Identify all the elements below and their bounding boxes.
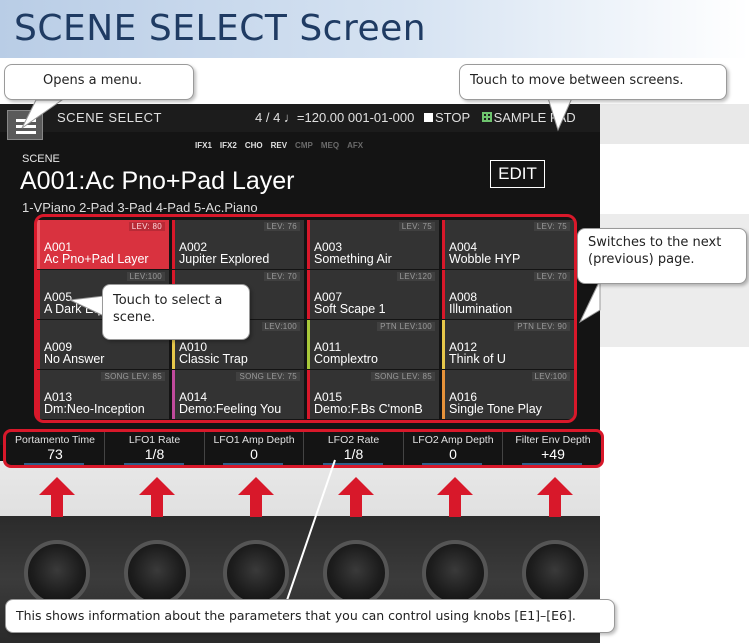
- effect-meq[interactable]: MEQ: [321, 141, 339, 150]
- knob-param-indicator: [322, 463, 383, 465]
- knob-param-value: 1/8: [343, 446, 364, 462]
- knob-param: LFO2 Amp Depth 0: [404, 432, 503, 465]
- up-arrow-icon: [39, 477, 75, 517]
- knob-param-indicator: [123, 463, 184, 465]
- knob-param-label: LFO1 Rate: [128, 434, 181, 446]
- up-arrow-icon: [437, 477, 473, 517]
- effect-ifx1[interactable]: IFX1: [195, 141, 212, 150]
- edit-button[interactable]: EDIT: [490, 160, 545, 188]
- stop-icon[interactable]: [424, 113, 433, 122]
- knob-param-indicator: [24, 463, 84, 465]
- knobs-callout: This shows information about the paramet…: [5, 599, 615, 633]
- knob-e6[interactable]: [521, 540, 588, 606]
- knob-e5[interactable]: [422, 540, 488, 606]
- select-callout: Touch to select a scene.: [102, 284, 250, 340]
- knob-param: LFO2 Rate 1/8: [305, 432, 404, 465]
- menu-icon: [16, 119, 36, 122]
- up-arrow-icon: [238, 477, 274, 517]
- status-info: 4 / 4 ♩=120.00 001-01-000 STOP SAMPLE PA…: [255, 110, 576, 125]
- manual-page: SCENE SELECT Screen SCENE SELECT 4 / 4 ♩…: [0, 0, 749, 643]
- scene-name: A001:Ac Pno+Pad Layer: [20, 167, 295, 195]
- knob-e1[interactable]: [24, 540, 90, 606]
- menu-button[interactable]: [7, 110, 43, 140]
- knob-param-label: LFO1 Amp Depth: [213, 434, 295, 446]
- up-arrow-icon: [536, 477, 573, 517]
- knob-param: Filter Env Depth +49: [504, 432, 603, 465]
- heading-banner: SCENE SELECT Screen: [0, 0, 749, 58]
- knob-e4[interactable]: [322, 540, 389, 606]
- screen-title: SCENE SELECT: [57, 110, 162, 125]
- menu-callout: Opens a menu.: [4, 64, 194, 100]
- sample-pad-label[interactable]: SAMPLE PAD: [494, 110, 576, 125]
- knob-param: Portamento Time 73: [6, 432, 105, 465]
- knob-param-label: Portamento Time: [15, 434, 95, 446]
- effect-switches: IFX1 IFX2 CHO REV CMP MEQ AFX: [195, 141, 363, 150]
- scene-parts: 1-VPiano 2-Pad 3-Pad 4-Pad 5-Ac.Piano: [22, 200, 258, 215]
- sample-pad-icon[interactable]: [481, 112, 492, 122]
- effect-cmp[interactable]: CMP: [295, 141, 313, 150]
- knob-param-value: 0: [250, 446, 258, 462]
- knob-param-label: LFO2 Rate: [327, 434, 380, 446]
- knob-param-indicator: [521, 463, 582, 465]
- knob-e2[interactable]: [123, 540, 190, 606]
- menu-icon-bar: [16, 125, 36, 128]
- side-panel-top: [600, 104, 749, 144]
- effect-rev[interactable]: REV: [271, 141, 287, 150]
- effect-ifx2[interactable]: IFX2: [220, 141, 237, 150]
- tempo-info: 4 / 4 ♩=120.00 001-01-000: [255, 110, 415, 125]
- knob-param-indicator: [422, 463, 482, 465]
- up-arrow-icon: [337, 477, 374, 517]
- effect-cho[interactable]: CHO: [245, 141, 263, 150]
- knob-param-value: 73: [47, 446, 63, 462]
- screens-callout: Touch to move between screens.: [459, 64, 727, 100]
- effect-afx[interactable]: AFX: [347, 141, 363, 150]
- knob-param: LFO1 Amp Depth 0: [205, 432, 304, 465]
- knob-param: LFO1 Rate 1/8: [106, 432, 205, 465]
- scene-label: SCENE: [22, 153, 60, 165]
- knob-param-value: 0: [449, 446, 457, 462]
- up-arrow-icon: [138, 477, 175, 517]
- page-callout: Switches to the next (previous) page.: [577, 228, 747, 284]
- menu-icon-bar: [16, 131, 36, 134]
- page-heading: SCENE SELECT Screen: [14, 8, 427, 49]
- knob-param-indicator: [223, 463, 283, 465]
- knob-param-value: 1/8: [144, 446, 165, 462]
- knob-param-label: Filter Env Depth: [515, 434, 591, 446]
- knob-e3[interactable]: [223, 540, 289, 606]
- stop-label[interactable]: STOP: [435, 110, 470, 125]
- knob-param-value: +49: [541, 446, 565, 462]
- knob-param-label: LFO2 Amp Depth: [412, 434, 494, 446]
